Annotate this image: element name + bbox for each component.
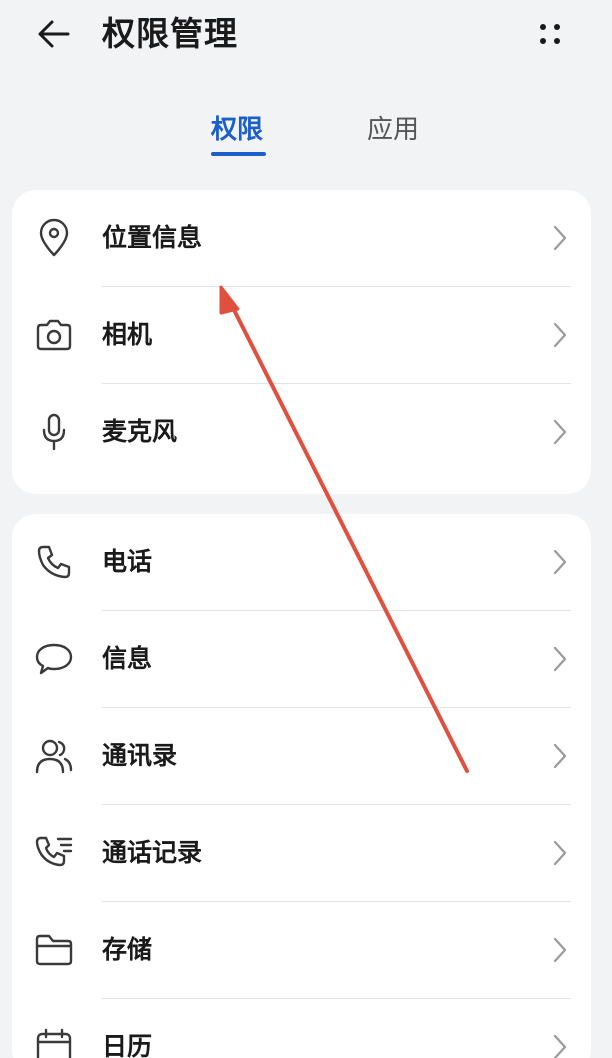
permission-item-contacts[interactable]: 通讯录 [12, 708, 591, 805]
page-title: 权限管理 [102, 14, 238, 53]
permission-group-2: 电话 信息 通讯录 通话记录 存储 日历 [12, 514, 591, 1058]
permission-item-label: 麦克风 [102, 417, 178, 446]
permission-group-1: 位置信息 相机 麦克风 [12, 190, 591, 494]
camera-icon [34, 315, 74, 355]
permission-item-microphone[interactable]: 麦克风 [12, 384, 591, 481]
permission-item-label: 通话记录 [102, 838, 203, 867]
chevron-right-icon [548, 932, 572, 968]
microphone-icon [34, 412, 74, 452]
contacts-icon [34, 736, 74, 776]
active-tab-indicator [211, 152, 266, 156]
location-pin-icon [34, 218, 74, 258]
chevron-right-icon [548, 414, 572, 450]
chevron-right-icon [548, 1029, 572, 1058]
permission-item-storage[interactable]: 存储 [12, 902, 591, 999]
permission-item-calendar[interactable]: 日历 [12, 999, 591, 1058]
chevron-right-icon [548, 317, 572, 353]
arrow-left-icon [38, 20, 70, 48]
permission-item-label: 存储 [102, 935, 153, 964]
chevron-right-icon [548, 641, 572, 677]
permission-item-label: 日历 [102, 1032, 153, 1058]
more-dots-icon [540, 24, 560, 44]
permission-item-label: 电话 [102, 547, 153, 576]
permission-item-label: 位置信息 [102, 223, 203, 252]
more-options-button[interactable] [526, 12, 574, 56]
permission-item-label: 相机 [102, 320, 153, 349]
back-button[interactable] [30, 12, 78, 56]
permission-item-label: 信息 [102, 644, 153, 673]
permission-item-label: 通讯录 [102, 741, 178, 770]
chevron-right-icon [548, 220, 572, 256]
top-app-bar: 权限管理 [0, 0, 612, 70]
permission-item-call-log[interactable]: 通话记录 [12, 805, 591, 902]
chevron-right-icon [548, 835, 572, 871]
message-icon [34, 639, 74, 679]
phone-icon [34, 542, 74, 582]
tab-bar: 权限 应用 [0, 108, 612, 160]
permission-item-camera[interactable]: 相机 [12, 287, 591, 384]
call-log-icon [34, 833, 74, 873]
permission-item-location[interactable]: 位置信息 [12, 190, 591, 287]
folder-icon [34, 930, 74, 970]
permission-item-phone[interactable]: 电话 [12, 514, 591, 611]
chevron-right-icon [548, 738, 572, 774]
permission-item-messages[interactable]: 信息 [12, 611, 591, 708]
tab-apps[interactable]: 应用 [360, 108, 426, 160]
permission-management-screen: 权限管理 权限 应用 位置信息 相机 麦克风 电话 信息 通讯录 通话记录 存储… [0, 0, 612, 1058]
calendar-icon [34, 1027, 74, 1058]
chevron-right-icon [548, 544, 572, 580]
